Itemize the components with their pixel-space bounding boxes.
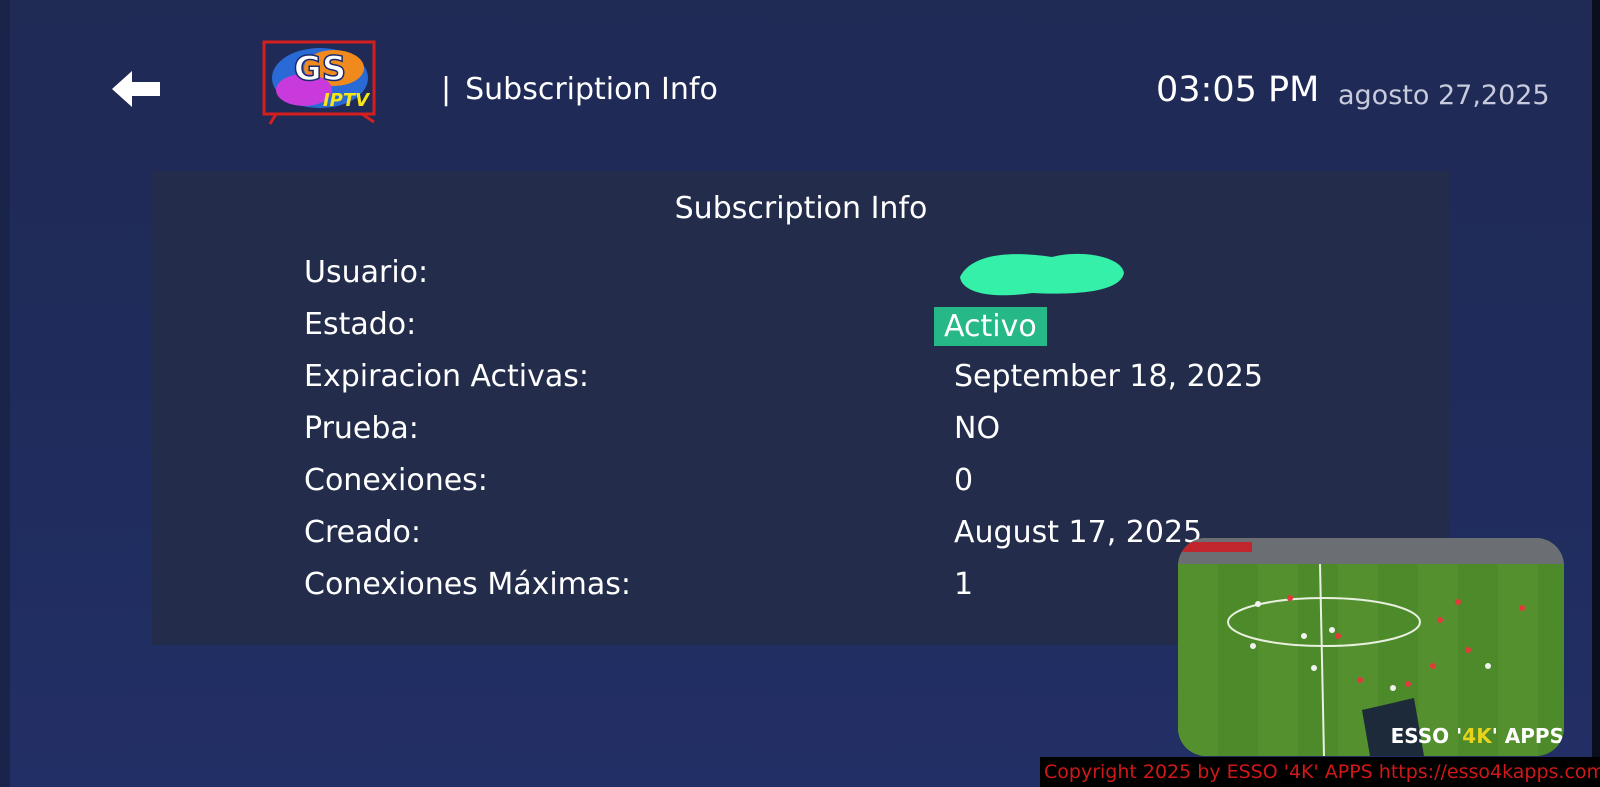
arrow-left-icon xyxy=(112,71,160,107)
conexiones-label: Conexiones: xyxy=(304,463,488,498)
conexiones-value: 0 xyxy=(954,463,974,498)
left-edge xyxy=(0,0,10,787)
expiracion-value: September 18, 2025 xyxy=(954,359,1263,394)
panel-title: Subscription Info xyxy=(674,191,928,226)
page-title: | Subscription Info xyxy=(441,72,718,107)
prueba-value: NO xyxy=(954,411,1001,446)
row-estado: Estado: Activo xyxy=(152,307,1450,351)
row-expiracion: Expiracion Activas: September 18, 2025 xyxy=(152,359,1450,403)
row-usuario: Usuario: xyxy=(152,253,1450,299)
back-button[interactable] xyxy=(108,64,168,114)
app-logo: GS IPTV xyxy=(262,38,382,128)
expiracion-label: Expiracion Activas: xyxy=(304,359,589,394)
svg-text:GS: GS xyxy=(294,49,346,89)
usuario-label: Usuario: xyxy=(304,255,429,290)
redaction-scribble xyxy=(960,253,1124,296)
status-badge: Activo xyxy=(934,307,1047,346)
page-title-text: Subscription Info xyxy=(465,72,718,107)
right-edge xyxy=(1592,0,1600,787)
creado-value: August 17, 2025 xyxy=(954,515,1203,550)
estado-label: Estado: xyxy=(304,307,417,342)
copyright-banner: Copyright 2025 by ESSO '4K' APPS https:/… xyxy=(1040,757,1600,787)
title-separator: | xyxy=(441,72,452,107)
video-watermark: ESSO '4K' APPS xyxy=(1390,724,1564,748)
conexiones-maximas-label: Conexiones Máximas: xyxy=(304,567,632,602)
svg-text:IPTV: IPTV xyxy=(323,90,371,111)
row-conexiones: Conexiones: 0 xyxy=(152,463,1450,507)
row-prueba: Prueba: NO xyxy=(152,411,1450,455)
creado-label: Creado: xyxy=(304,515,421,550)
clock-time: 03:05 PM xyxy=(1156,70,1320,110)
clock-date: agosto 27,2025 xyxy=(1338,80,1550,111)
live-video-preview[interactable]: ESSO '4K' APPS xyxy=(1178,538,1564,756)
conexiones-maximas-value: 1 xyxy=(954,567,974,602)
prueba-label: Prueba: xyxy=(304,411,419,446)
